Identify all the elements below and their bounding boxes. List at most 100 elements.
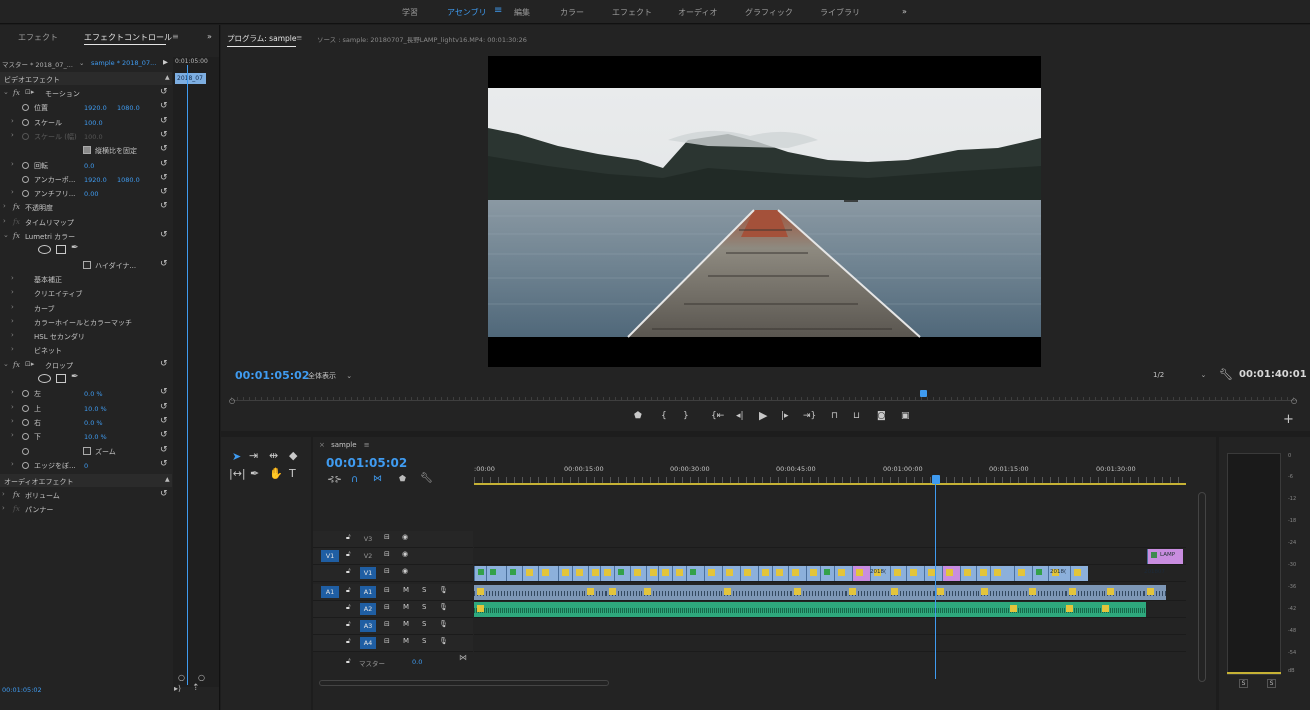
- reset-icon[interactable]: ↺: [160, 159, 168, 169]
- reset-icon[interactable]: ↺: [160, 459, 168, 469]
- effect-row[interactable]: › エッジをぼ... 0 ↺: [0, 458, 172, 472]
- tab-menu-icon[interactable]: ≡: [364, 441, 370, 449]
- program-tab-menu-icon[interactable]: ≡: [296, 33, 302, 42]
- zoom-in-icon[interactable]: ○: [198, 673, 205, 682]
- mini-timeline-playhead[interactable]: [187, 65, 188, 685]
- param-value[interactable]: 0.0 %: [84, 419, 103, 427]
- twirl-icon[interactable]: ›: [2, 490, 5, 498]
- export-frame-icon[interactable]: ◙: [877, 411, 886, 421]
- track-a4[interactable]: [474, 635, 1186, 652]
- ellipse-mask-icon[interactable]: [38, 245, 51, 255]
- workspace-learning[interactable]: 学習: [402, 7, 418, 18]
- program-time-ruler[interactable]: [231, 393, 1297, 401]
- add-marker-icon[interactable]: ⬟: [634, 411, 642, 421]
- twirl-icon[interactable]: ›: [11, 331, 14, 339]
- chevron-down-icon[interactable]: ⌄: [79, 59, 84, 67]
- audio-clip[interactable]: [934, 585, 978, 600]
- effect-row[interactable]: ハイダイナ... ↺: [0, 258, 172, 272]
- add-button-icon[interactable]: +: [1283, 412, 1294, 427]
- reset-icon[interactable]: ↺: [160, 116, 168, 126]
- video-clip[interactable]: [890, 566, 906, 581]
- play-icon[interactable]: ▶: [759, 409, 767, 422]
- mute-button[interactable]: M: [403, 586, 409, 594]
- param-value[interactable]: 100.0: [84, 133, 103, 141]
- track-v2[interactable]: LAMP: [474, 548, 1186, 565]
- checkbox[interactable]: [83, 146, 91, 155]
- video-clip[interactable]: [704, 566, 722, 581]
- ruler-zoom-handle-left[interactable]: ○: [229, 397, 235, 405]
- workspace-audio[interactable]: オーディオ: [678, 7, 717, 18]
- effect-row[interactable]: › 左 0.0 % ↺: [0, 386, 172, 400]
- master-volume-value[interactable]: 0.0: [412, 658, 422, 666]
- stopwatch-icon[interactable]: [22, 175, 29, 183]
- stopwatch-icon[interactable]: [22, 118, 29, 126]
- video-clip[interactable]: [740, 566, 758, 581]
- fx-icon[interactable]: fx: [13, 202, 20, 211]
- extract-icon[interactable]: ⊔: [853, 411, 860, 421]
- param-value[interactable]: 1920.0: [84, 176, 107, 184]
- audio-clip[interactable]: [641, 585, 721, 600]
- reset-icon[interactable]: ↺: [160, 359, 168, 369]
- solo-left-button[interactable]: S: [1239, 679, 1248, 688]
- effect-row[interactable]: › fx 不透明度 ↺: [0, 200, 172, 214]
- param-value[interactable]: 0: [84, 462, 88, 470]
- effect-row[interactable]: › カーブ: [0, 301, 172, 315]
- workspace-effects[interactable]: エフェクト: [612, 7, 652, 18]
- video-frame[interactable]: [488, 56, 1041, 367]
- twirl-icon[interactable]: ⌄: [3, 360, 9, 368]
- effect-row[interactable]: ズーム ↺: [0, 444, 172, 458]
- effect-row[interactable]: › スケール 100.0 ↺: [0, 115, 172, 129]
- master-clip-label[interactable]: マスター * 2018_07_...: [2, 59, 73, 69]
- audio-clip[interactable]: [791, 585, 846, 600]
- effect-row[interactable]: 位置 1920.0 1080.0 ↺: [0, 100, 172, 114]
- lock-icon[interactable]: 🔓︎: [346, 567, 351, 576]
- fx-icon[interactable]: fx: [13, 231, 20, 240]
- video-effects-header[interactable]: ビデオエフェクト ▲: [0, 72, 172, 85]
- sequence-tab[interactable]: × sample ≡: [319, 441, 370, 449]
- video-clip[interactable]: [960, 566, 976, 581]
- video-clip[interactable]: [600, 566, 614, 581]
- export-icon[interactable]: ⇡: [192, 683, 200, 693]
- hand-tool-icon[interactable]: ✋: [269, 467, 283, 480]
- stopwatch-icon[interactable]: [22, 404, 29, 412]
- video-clip[interactable]: [990, 566, 1014, 581]
- audio-effect-volume[interactable]: › fx ボリューム ↺: [0, 488, 172, 502]
- step-back-icon[interactable]: ◂|: [736, 411, 744, 421]
- ruler-zoom-handle-right[interactable]: ○: [1291, 397, 1297, 405]
- work-area-bar[interactable]: [474, 483, 1186, 485]
- video-clip[interactable]: [1014, 566, 1032, 581]
- twirl-icon[interactable]: ›: [11, 188, 14, 196]
- video-clip[interactable]: [906, 566, 924, 581]
- workspace-color[interactable]: カラー: [560, 7, 584, 18]
- lock-icon[interactable]: 🔓︎: [346, 657, 351, 666]
- effect-row[interactable]: › 上 10.0 % ↺: [0, 401, 172, 415]
- video-clip[interactable]: [686, 566, 704, 581]
- video-clip[interactable]: [658, 566, 672, 581]
- effect-row[interactable]: › fx タイムリマップ: [0, 215, 172, 229]
- sync-lock-icon[interactable]: ⊟: [384, 637, 390, 645]
- zoom-out-icon[interactable]: ○: [178, 673, 185, 682]
- audio-effects-header[interactable]: オーディオエフェクト ▲: [0, 474, 172, 487]
- music-clip[interactable]: [1060, 602, 1098, 617]
- eye-icon[interactable]: ◉: [402, 550, 408, 558]
- solo-button[interactable]: S: [422, 603, 426, 611]
- audio-clip[interactable]: [846, 585, 888, 600]
- reset-icon[interactable]: ↺: [160, 230, 168, 240]
- twirl-icon[interactable]: ›: [3, 217, 6, 225]
- effect-row[interactable]: › 回転 0.0 ↺: [0, 158, 172, 172]
- mute-button[interactable]: M: [403, 620, 409, 628]
- audio-clip[interactable]: [584, 585, 606, 600]
- microphone-icon[interactable]: 🎙︎: [439, 620, 448, 628]
- title-clip[interactable]: LAMP: [1147, 549, 1183, 564]
- twirl-icon[interactable]: ⌄: [3, 88, 9, 96]
- video-clip[interactable]: [538, 566, 558, 581]
- twirl-icon[interactable]: ›: [3, 202, 6, 210]
- param-value[interactable]: 10.0 %: [84, 433, 107, 441]
- solo-button[interactable]: S: [422, 637, 426, 645]
- sync-lock-icon[interactable]: ⊟: [384, 603, 390, 611]
- reset-icon[interactable]: ↺: [160, 144, 168, 154]
- snap-icon[interactable]: ∩: [351, 474, 358, 485]
- timeline-playhead[interactable]: [932, 475, 940, 484]
- param-value[interactable]: 0.0: [84, 162, 94, 170]
- play-clip-icon[interactable]: ▶: [163, 58, 168, 66]
